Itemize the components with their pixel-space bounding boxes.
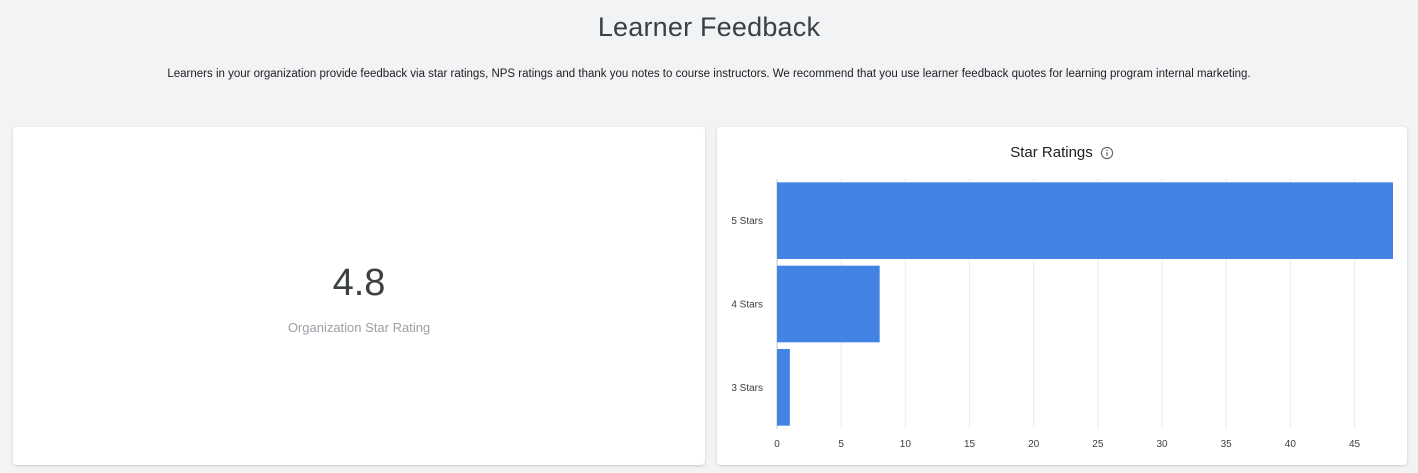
organization-star-rating-label: Organization Star Rating (287, 320, 431, 335)
chart-bars (777, 182, 1393, 426)
category-label: 5 Stars (731, 216, 763, 227)
page-subtitle: Learners in your organization provide fe… (167, 68, 1251, 80)
bar-3-stars[interactable] (777, 349, 790, 426)
x-tick-label: 0 (774, 439, 780, 450)
x-tick-label: 30 (1156, 439, 1168, 450)
star-ratings-bar-chart: 5 Stars 4 Stars 3 Stars 0 5 10 15 20 25 30 35 40 45 (731, 179, 1393, 450)
chart-x-tick-labels: 0 5 10 15 20 25 30 35 40 45 (774, 439, 1360, 450)
category-label: 4 Stars (731, 300, 763, 311)
x-tick-label: 5 (838, 439, 844, 450)
x-tick-label: 15 (964, 439, 976, 450)
organization-star-rating-value: 4.8 (332, 262, 386, 304)
x-tick-label: 40 (1285, 439, 1297, 450)
x-tick-label: 35 (1221, 439, 1233, 450)
bar-4-stars[interactable] (777, 265, 880, 343)
organization-rating-card: 4.8 Organization Star Rating (13, 127, 705, 465)
x-tick-label: 20 (1028, 439, 1040, 450)
star-ratings-card: Star Ratings 5 Stars 4 Stars 3 Stars 0 5 10 1… (717, 127, 1407, 465)
x-tick-label: 10 (900, 439, 912, 450)
x-tick-label: 25 (1092, 439, 1104, 450)
x-tick-label: 45 (1349, 439, 1361, 450)
category-label: 3 Stars (731, 383, 763, 394)
bar-5-stars[interactable] (777, 182, 1393, 259)
chart-category-labels: 5 Stars 4 Stars 3 Stars (731, 216, 763, 394)
page-title: Learner Feedback (597, 12, 821, 42)
